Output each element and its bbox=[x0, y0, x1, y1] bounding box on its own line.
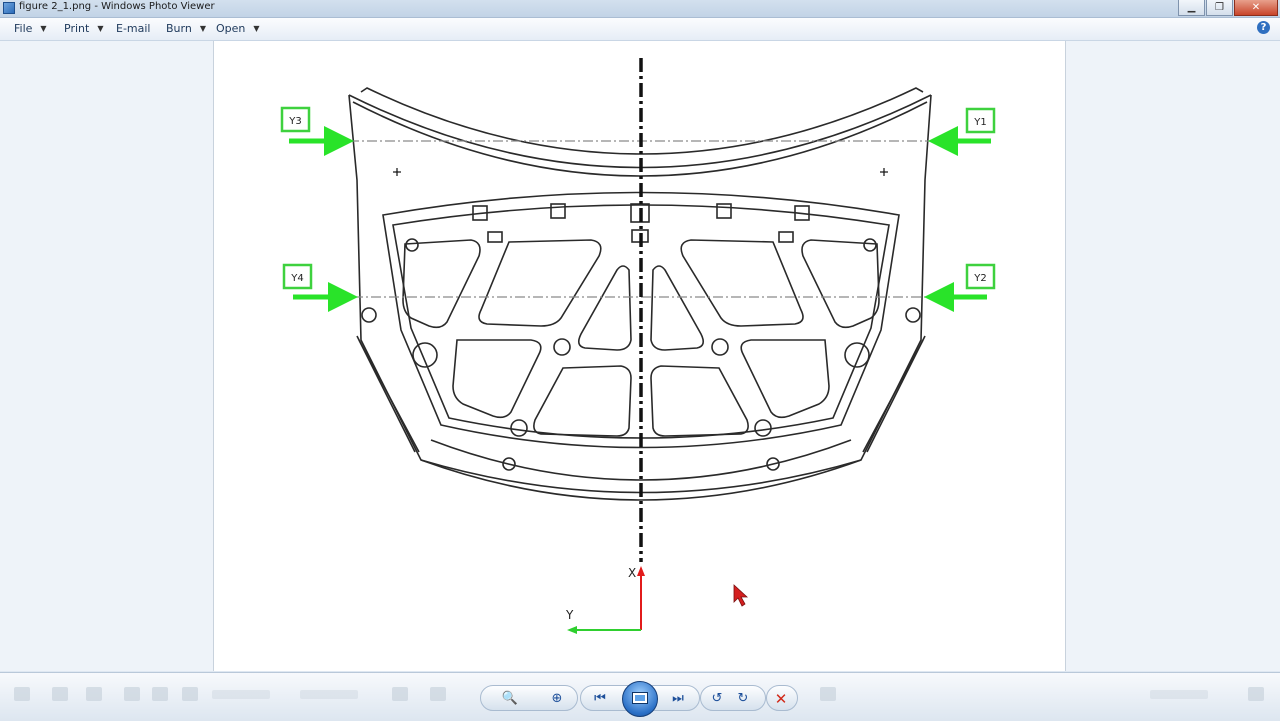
ghost-icon bbox=[86, 687, 102, 701]
label-y1-text: Y1 bbox=[973, 117, 986, 128]
coordinate-axes: X Y bbox=[565, 566, 645, 634]
menu-email[interactable]: E-mail bbox=[116, 22, 151, 35]
help-icon[interactable]: ? bbox=[1257, 21, 1270, 34]
ghost-icon bbox=[14, 687, 30, 701]
close-button[interactable]: ✕ bbox=[1234, 0, 1278, 16]
menu-email-label: E-mail bbox=[116, 22, 151, 35]
slideshow-button[interactable] bbox=[622, 681, 658, 717]
menu-open-label: Open bbox=[216, 22, 246, 35]
label-y3: Y3 bbox=[280, 106, 311, 133]
minimize-button[interactable]: ▁ bbox=[1178, 0, 1205, 16]
menu-burn[interactable]: Burn ▼ bbox=[166, 22, 206, 35]
menu-burn-label: Burn bbox=[166, 22, 192, 35]
delete-button[interactable]: ✕ bbox=[771, 689, 791, 709]
slideshow-icon bbox=[632, 692, 648, 704]
maximize-button[interactable]: ❐ bbox=[1206, 0, 1233, 16]
label-y2-text: Y2 bbox=[973, 273, 986, 284]
ghost-icon bbox=[182, 687, 198, 701]
y-axis-label: Y bbox=[565, 608, 574, 622]
photo-viewer-icon bbox=[3, 2, 15, 14]
zoom-icon[interactable]: 🔍 bbox=[500, 689, 520, 709]
mouse-cursor-icon bbox=[733, 584, 749, 607]
ghost-icon bbox=[392, 687, 408, 701]
label-y4-text: Y4 bbox=[290, 273, 303, 284]
ghost-icon bbox=[1248, 687, 1264, 701]
x-axis-label: X bbox=[628, 566, 636, 580]
ghost-icon bbox=[52, 687, 68, 701]
window-title: figure 2_1.png - Windows Photo Viewer bbox=[19, 1, 215, 12]
menu-print[interactable]: Print ▼ bbox=[64, 22, 103, 35]
chevron-down-icon: ▼ bbox=[199, 24, 206, 33]
menu-open[interactable]: Open ▼ bbox=[216, 22, 260, 35]
menu-bar: File ▼ Print ▼ E-mail Burn ▼ Open ▼ ? bbox=[0, 18, 1280, 41]
chevron-down-icon: ▼ bbox=[253, 24, 260, 33]
chevron-down-icon: ▼ bbox=[97, 24, 104, 33]
label-y3-text: Y3 bbox=[288, 116, 301, 127]
ghost-icon bbox=[820, 687, 836, 701]
ghost-bar bbox=[1150, 690, 1208, 699]
label-y4: Y4 bbox=[282, 263, 313, 290]
window-controls: ▁ ❐ ✕ bbox=[1177, 0, 1278, 17]
menu-print-label: Print bbox=[64, 22, 90, 35]
hood-drawing: Y3 Y1 Y4 Y2 X Y bbox=[280, 58, 996, 634]
previous-button[interactable]: ⏮ bbox=[590, 689, 610, 709]
label-y1: Y1 bbox=[965, 107, 996, 134]
ghost-icon bbox=[430, 687, 446, 701]
actual-size-icon[interactable]: ⊕ bbox=[547, 689, 567, 709]
ghost-icon bbox=[152, 687, 168, 701]
ghost-icon bbox=[124, 687, 140, 701]
rotate-counterclockwise-button[interactable]: ↺ bbox=[707, 689, 727, 709]
menu-file-label: File bbox=[14, 22, 33, 35]
chevron-down-icon: ▼ bbox=[40, 24, 47, 33]
navigation-toolbar: 🔍 ⊕ ⏮ ⏭ ↺ ↻ ✕ bbox=[0, 672, 1280, 721]
next-button[interactable]: ⏭ bbox=[668, 689, 688, 709]
title-bar: figure 2_1.png - Windows Photo Viewer ▁ … bbox=[0, 0, 1280, 18]
ghost-bar bbox=[300, 690, 358, 699]
image-canvas: Y3 Y1 Y4 Y2 X Y bbox=[213, 41, 1066, 671]
ghost-bar bbox=[212, 690, 270, 699]
label-y2: Y2 bbox=[965, 263, 996, 290]
menu-file[interactable]: File ▼ bbox=[14, 22, 47, 35]
viewer-area: Y3 Y1 Y4 Y2 X Y bbox=[0, 41, 1280, 671]
rotate-clockwise-button[interactable]: ↻ bbox=[733, 689, 753, 709]
